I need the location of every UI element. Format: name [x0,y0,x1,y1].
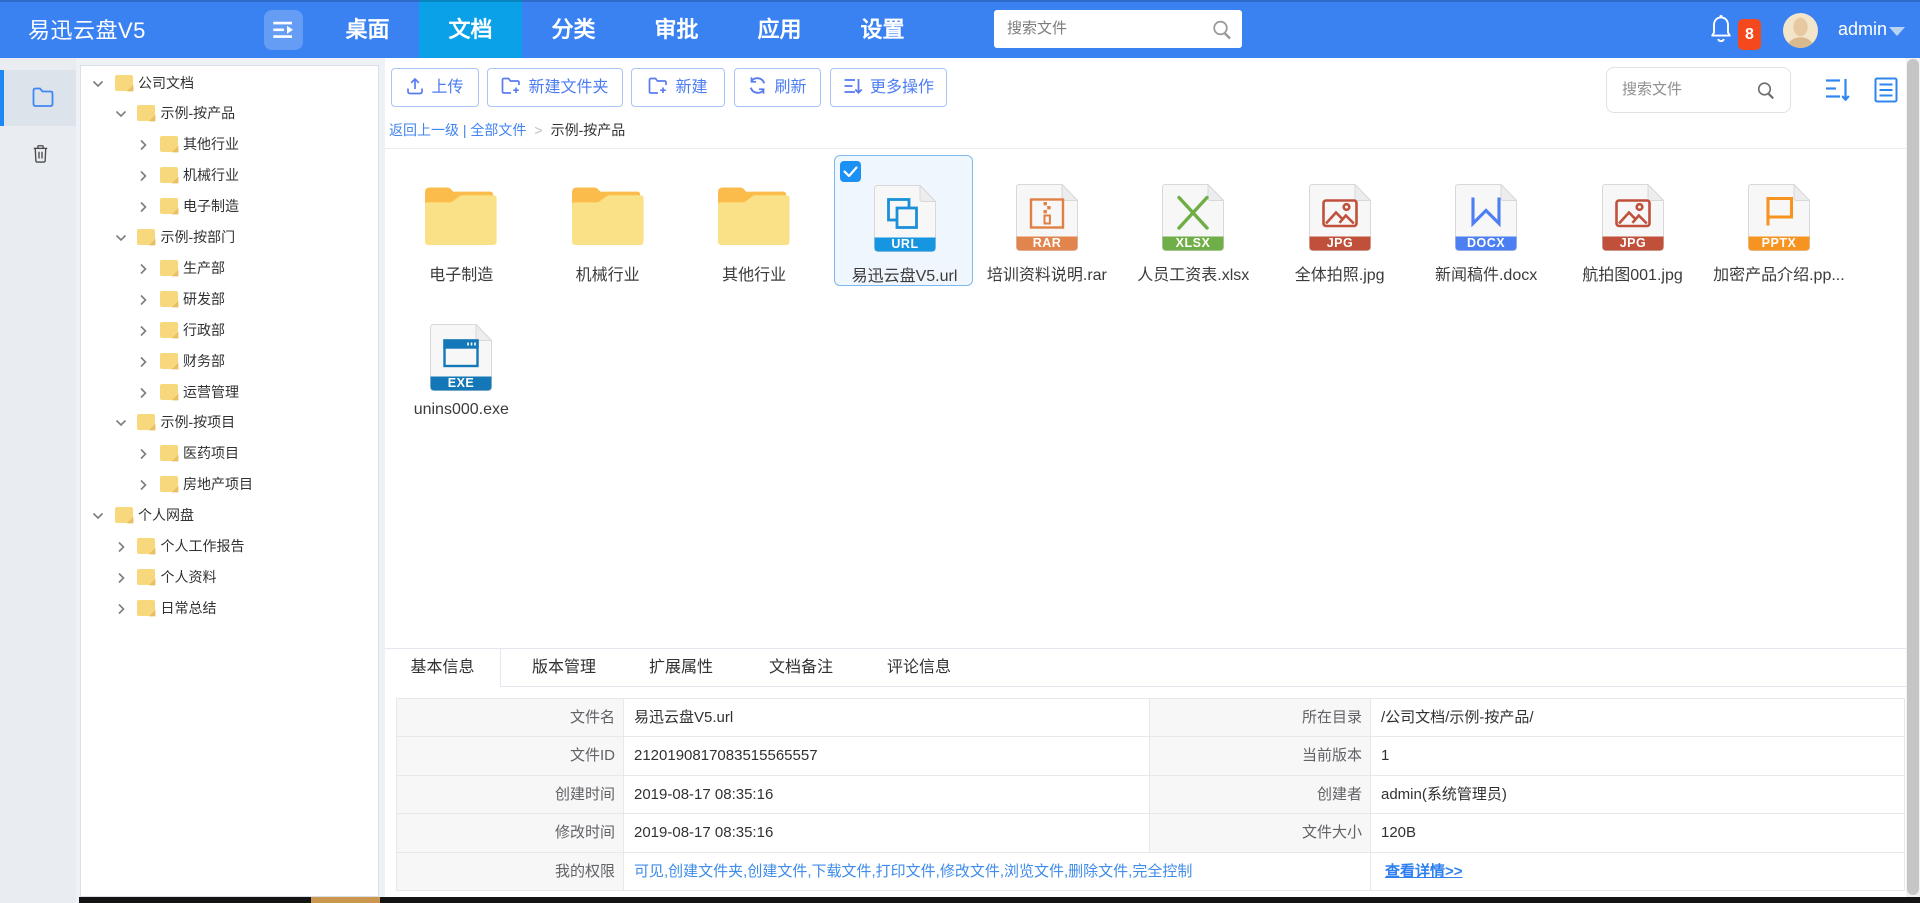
svg-text:PPTX: PPTX [1762,236,1797,250]
svg-text:EXE: EXE [448,376,475,390]
svg-text:DOCX: DOCX [1467,236,1505,250]
svg-text:JPG: JPG [1619,236,1646,250]
svg-text:XLSX: XLSX [1176,236,1211,250]
svg-text:RAR: RAR [1033,236,1062,250]
svg-text:URL: URL [891,237,918,251]
svg-text:JPG: JPG [1326,236,1353,250]
